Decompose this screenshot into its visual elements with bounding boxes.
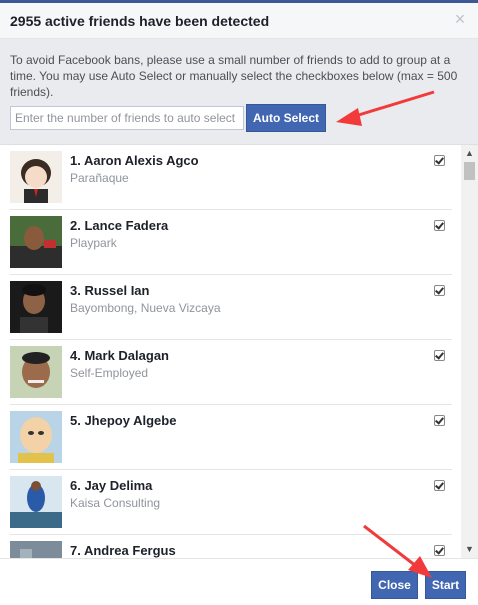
friend-name: 6. Jay Delima xyxy=(70,478,153,493)
friend-name: 1. Aaron Alexis Agco xyxy=(70,153,199,168)
friend-name: 3. Russel Ian xyxy=(70,283,150,298)
friend-checkbox[interactable] xyxy=(434,480,445,491)
list-item[interactable]: 2. Lance Fadera Playpark xyxy=(10,210,452,275)
scroll-thumb[interactable] xyxy=(464,162,475,180)
close-button[interactable]: Close xyxy=(371,571,418,599)
list-item[interactable]: 6. Jay Delima Kaisa Consulting xyxy=(10,470,452,535)
dialog-footer: Close Start xyxy=(0,558,478,605)
friend-checkbox[interactable] xyxy=(434,155,445,166)
friend-checkbox[interactable] xyxy=(434,415,445,426)
friend-checkbox[interactable] xyxy=(434,545,445,556)
list-scrollbar[interactable]: ▲ ▼ xyxy=(461,145,478,558)
friend-checkbox[interactable] xyxy=(434,285,445,296)
close-icon[interactable]: × xyxy=(452,10,468,28)
avatar xyxy=(10,151,62,203)
list-item[interactable]: 1. Aaron Alexis Agco Parañaque xyxy=(10,145,452,210)
avatar xyxy=(10,346,62,398)
dialog-header: 2955 active friends have been detected × xyxy=(0,3,478,39)
avatar xyxy=(10,411,62,463)
friend-detail: Bayombong, Nueva Vizcaya xyxy=(70,301,221,315)
avatar xyxy=(10,216,62,268)
scroll-down-arrow-icon[interactable]: ▼ xyxy=(461,541,478,558)
friend-name: 7. Andrea Fergus xyxy=(70,543,176,558)
friend-checkbox[interactable] xyxy=(434,220,445,231)
start-button[interactable]: Start xyxy=(425,571,466,599)
friend-name: 4. Mark Dalagan xyxy=(70,348,169,363)
friend-detail: Parañaque xyxy=(70,171,129,185)
list-item[interactable]: 5. Jhepoy Algebe xyxy=(10,405,452,470)
auto-select-button[interactable]: Auto Select xyxy=(246,104,326,132)
dialog-title: 2955 active friends have been detected xyxy=(10,13,270,29)
friend-detail: Playpark xyxy=(70,236,117,250)
avatar xyxy=(10,281,62,333)
info-message: To avoid Facebook bans, please use a sma… xyxy=(10,53,458,99)
list-item[interactable]: 3. Russel Ian Bayombong, Nueva Vizcaya xyxy=(10,275,452,340)
avatar xyxy=(10,541,62,558)
auto-select-count-input[interactable] xyxy=(10,106,244,130)
list-item[interactable]: 4. Mark Dalagan Self-Employed xyxy=(10,340,452,405)
scroll-up-arrow-icon[interactable]: ▲ xyxy=(461,145,478,162)
friend-detail: Kaisa Consulting xyxy=(70,496,161,510)
info-panel: To avoid Facebook bans, please use a sma… xyxy=(0,39,478,145)
friend-checkbox[interactable] xyxy=(434,350,445,361)
friend-name: 2. Lance Fadera xyxy=(70,218,169,233)
friend-name: 5. Jhepoy Algebe xyxy=(70,413,177,428)
friend-detail: Self-Employed xyxy=(70,366,149,380)
friend-list: 1. Aaron Alexis Agco Parañaque 2. Lance … xyxy=(0,145,478,558)
avatar xyxy=(10,476,62,528)
list-item[interactable]: 7. Andrea Fergus xyxy=(10,535,452,558)
